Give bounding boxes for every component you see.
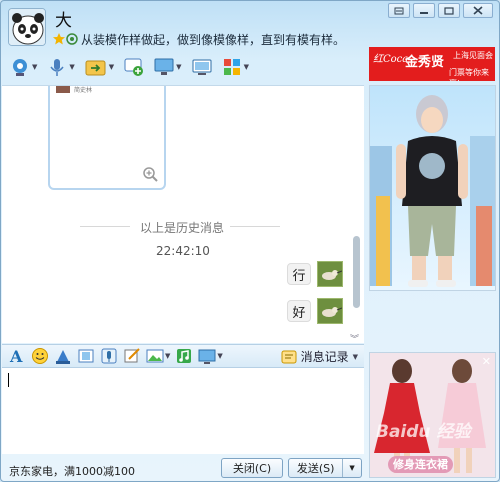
folder-arrow-icon — [85, 60, 106, 76]
close-ad-icon[interactable]: ✕ — [482, 355, 491, 368]
send-button[interactable]: 发送(S) ▼ — [288, 458, 362, 478]
vip-star-icon — [53, 33, 78, 45]
voice-message-icon — [101, 348, 117, 364]
chat-scrollbar[interactable] — [353, 236, 360, 308]
chevron-down-icon[interactable]: ▼ — [165, 352, 170, 360]
message-bubble[interactable]: 好 — [287, 300, 311, 322]
history-divider: 以上是历史消息 — [80, 219, 280, 235]
chevron-down-icon[interactable]: ▼ — [32, 63, 37, 71]
webcam-icon — [13, 59, 27, 76]
ad-brand: 红Coca — [373, 54, 409, 65]
ad-watermark: Baidu 经验 — [376, 422, 471, 442]
message-input[interactable] — [2, 368, 364, 454]
shake-icon — [56, 350, 70, 364]
music-icon — [177, 349, 192, 363]
svg-text:A: A — [9, 347, 23, 365]
character-ad-image[interactable] — [369, 85, 496, 291]
contact-name: 大 — [55, 11, 72, 31]
ad-tagline: 门票等你来赢! — [449, 68, 489, 81]
chat-window: 大 从装模作样做起，做到像模像样，直到有模有样。 ▼ ▼ ▼ ▼ ▼ 简史林 以… — [0, 0, 500, 482]
status-icons — [53, 32, 79, 46]
bird-avatar-icon — [318, 262, 342, 286]
send-options-chevron-icon[interactable]: ▼ — [342, 459, 361, 477]
image-icon — [146, 349, 164, 363]
message-history[interactable]: 简史林 以上是历史消息 22:42:10 行 好 ︾ — [2, 85, 364, 343]
bird-avatar-icon — [318, 299, 342, 323]
font-icon: A — [9, 347, 23, 365]
close-button[interactable]: 关闭(C) — [221, 458, 283, 478]
window-controls — [388, 3, 493, 18]
scroll-down-icon[interactable]: ︾ — [350, 332, 359, 343]
character-illustration — [370, 95, 495, 287]
message-item: 好 — [287, 298, 343, 324]
shared-image-card[interactable]: 简史林 — [48, 86, 166, 190]
message-bubble[interactable]: 行 — [287, 263, 311, 285]
microphone-icon — [50, 59, 64, 76]
history-icon — [281, 350, 297, 363]
ad-subtitle: 上海见面会 — [453, 51, 493, 60]
emoji-button[interactable] — [31, 347, 49, 365]
apps-button[interactable]: ▼ — [219, 55, 252, 79]
gif-button[interactable] — [77, 347, 95, 365]
chevron-down-icon[interactable]: ▼ — [176, 63, 181, 71]
footer-promo-link[interactable]: 京东家电，满1000减100 — [9, 463, 135, 479]
close-window-button[interactable] — [463, 3, 493, 18]
top-banner-ad[interactable]: 红Coca 金秀贤 上海见面会 门票等你来赢! — [369, 47, 495, 81]
chevron-down-icon[interactable]: ▼ — [353, 353, 358, 361]
chat-add-icon — [124, 58, 144, 76]
ad-title: 金秀贤 — [405, 55, 445, 70]
voice-call-button[interactable]: ▼ — [44, 55, 77, 79]
chevron-down-icon[interactable]: ▼ — [109, 63, 114, 71]
send-file-button[interactable]: ▼ — [82, 55, 117, 79]
chat-toolbar: ▼ ▼ ▼ ▼ ▼ — [7, 54, 252, 80]
chevron-down-icon[interactable]: ▼ — [69, 63, 74, 71]
pen-note-icon — [124, 348, 140, 363]
chevron-down-icon[interactable]: ▼ — [217, 352, 222, 360]
share-screen-button[interactable] — [189, 55, 215, 79]
shake-window-button[interactable] — [54, 347, 72, 365]
ad-caption: 修身连衣裙 — [388, 456, 453, 473]
minimize-icon — [420, 11, 428, 14]
video-call-button[interactable]: ▼ — [7, 55, 40, 79]
voice-message-button[interactable] — [100, 347, 118, 365]
film-icon — [78, 349, 94, 363]
settings-button[interactable] — [388, 3, 410, 18]
chevron-down-icon[interactable]: ▼ — [244, 63, 249, 71]
zoom-in-icon[interactable] — [142, 166, 158, 182]
screenshot-icon — [198, 349, 216, 364]
sender-avatar[interactable] — [317, 298, 343, 324]
close-icon — [473, 6, 483, 15]
send-button-label: 发送(S) — [296, 462, 335, 475]
contact-signature: 从装模作样做起，做到像模像样，直到有模有样。 — [81, 33, 346, 47]
screen-share-icon — [192, 59, 212, 75]
minimize-button[interactable] — [413, 3, 435, 18]
maximize-button[interactable] — [438, 3, 460, 18]
input-toolbar: A ▼ ▼ 消息记录 ▼ — [2, 344, 364, 368]
monitor-icon — [154, 58, 174, 75]
text-cursor — [8, 373, 9, 387]
maximize-icon — [444, 6, 454, 15]
smiley-icon — [32, 348, 48, 364]
message-history-button[interactable]: 消息记录 ▼ — [281, 348, 358, 365]
history-divider-text: 以上是历史消息 — [140, 221, 225, 235]
font-button[interactable]: A — [8, 347, 26, 365]
music-button[interactable] — [175, 347, 193, 365]
sender-avatar[interactable] — [317, 261, 343, 287]
handwriting-button[interactable] — [123, 347, 141, 365]
remote-assist-button[interactable]: ▼ — [151, 55, 184, 79]
dress-ad-image[interactable]: Baidu 经验 修身连衣裙 ✕ — [369, 352, 496, 478]
create-discussion-button[interactable] — [121, 55, 147, 79]
send-image-button[interactable]: ▼ — [146, 347, 170, 365]
message-history-label: 消息记录 — [300, 350, 349, 364]
menu-icon — [394, 7, 404, 14]
message-item: 行 — [287, 261, 343, 287]
apps-grid-icon — [223, 59, 240, 75]
card-thumbnail-text: 简史林 — [74, 87, 93, 94]
card-thumbnail — [56, 86, 70, 93]
message-timestamp: 22:42:10 — [156, 244, 210, 258]
screenshot-button[interactable]: ▼ — [198, 347, 223, 365]
contact-avatar[interactable] — [8, 8, 46, 46]
